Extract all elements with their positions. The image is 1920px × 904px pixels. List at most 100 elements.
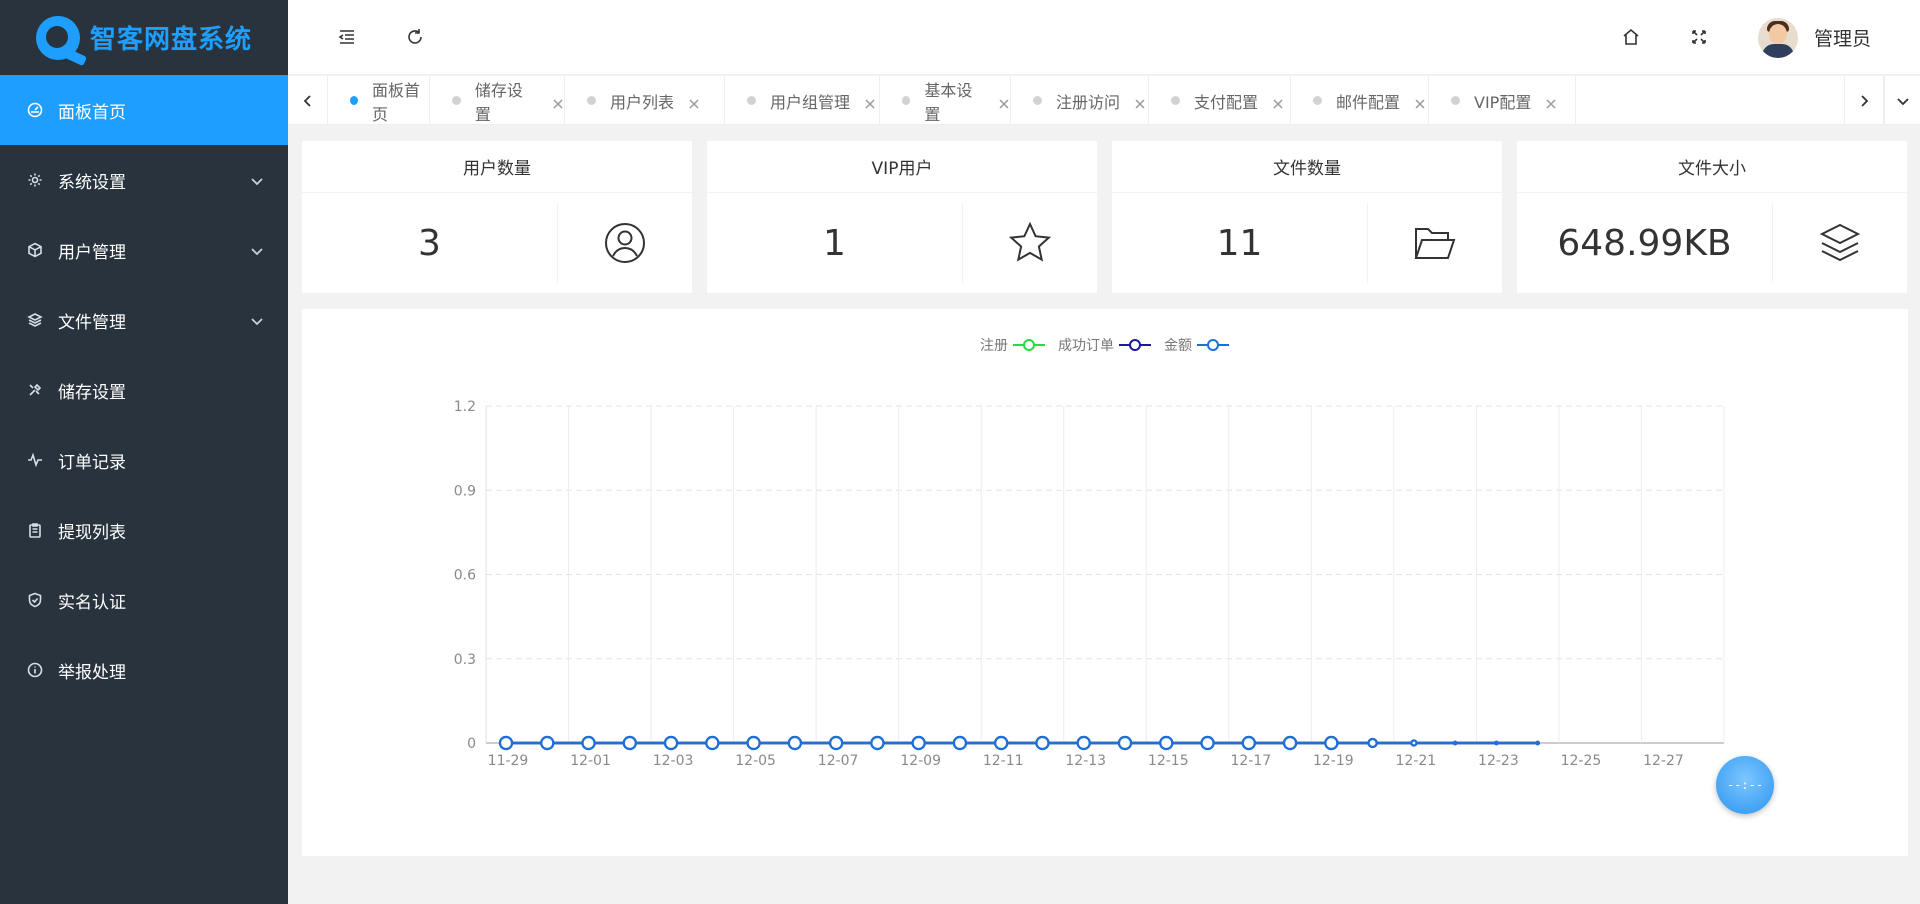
tab-8[interactable]: VIP配置 xyxy=(1429,76,1576,125)
home-icon xyxy=(1623,28,1639,45)
tab-label: 面板首页 xyxy=(372,80,421,124)
tab-label: 基本设置 xyxy=(924,80,973,124)
tab-5[interactable]: 注册访问 xyxy=(1011,76,1149,125)
chevron-right-icon xyxy=(1861,94,1869,107)
tab-label: 储存设置 xyxy=(474,80,523,124)
x-tick-label: 12-01 xyxy=(570,753,611,769)
x-tick-label: 12-03 xyxy=(653,753,694,769)
fullscreen-button[interactable] xyxy=(1684,22,1714,52)
sidebar-item-4[interactable]: 储存设置 xyxy=(0,355,288,425)
fullscreen-icon xyxy=(1692,30,1706,44)
sidebar-item-3[interactable]: 文件管理 xyxy=(0,285,288,355)
tab-3[interactable]: 用户组管理 xyxy=(725,76,880,125)
close-icon[interactable] xyxy=(1414,95,1426,109)
close-icon[interactable] xyxy=(688,95,700,109)
tab-label: 邮件配置 xyxy=(1336,92,1401,112)
y-tick-label: 0.9 xyxy=(454,483,476,499)
sidebar-item-6[interactable]: 提现列表 xyxy=(0,495,288,565)
data-point xyxy=(870,735,885,751)
chevron-down-icon xyxy=(1896,97,1909,105)
folder-open-icon xyxy=(1368,193,1502,293)
tab-1[interactable]: 储存设置 xyxy=(430,76,565,125)
stat-card: 文件大小 648.99KB xyxy=(1517,141,1907,293)
stat-card-title: 文件数量 xyxy=(1112,141,1502,193)
tab-6[interactable]: 支付配置 xyxy=(1149,76,1291,125)
logo-text: 智客网盘系统 xyxy=(90,25,253,55)
data-point xyxy=(994,735,1009,751)
close-icon[interactable] xyxy=(998,95,1010,109)
refresh-button[interactable] xyxy=(400,22,430,52)
data-point xyxy=(1035,735,1050,751)
close-icon[interactable] xyxy=(552,95,564,109)
tab-2[interactable]: 用户列表 xyxy=(565,76,725,125)
clipboard-icon xyxy=(26,521,44,539)
floating-clock-button[interactable]: --:-- xyxy=(1716,756,1774,814)
tab-4[interactable]: 基本设置 xyxy=(880,76,1011,125)
tabs-scroll-right-button[interactable] xyxy=(1844,76,1884,125)
tab-0[interactable]: 面板首页 xyxy=(328,76,430,125)
data-point xyxy=(1282,735,1298,751)
info-icon xyxy=(26,661,44,679)
data-point xyxy=(1159,735,1174,751)
tab-status-dot xyxy=(1171,96,1180,105)
sidebar-item-5[interactable]: 订单记录 xyxy=(0,425,288,495)
close-icon[interactable] xyxy=(1545,95,1557,109)
sidebar-item-2[interactable]: 用户管理 xyxy=(0,215,288,285)
sidebar-item-label: 面板首页 xyxy=(58,102,126,123)
data-point xyxy=(952,735,968,751)
sidebar-item-label: 订单记录 xyxy=(58,452,126,473)
tab-status-dot xyxy=(452,96,461,105)
tab-label: 用户组管理 xyxy=(770,92,851,112)
layers-icon xyxy=(1773,193,1907,293)
line-chart: 0 0.3 0.6 0.9 1.2 11-29 12-01 12-03 12-05 12-07 12… xyxy=(454,399,1725,769)
pulse-icon xyxy=(26,451,44,469)
chevron-down-icon xyxy=(250,243,264,257)
admin-name[interactable]: 管理员 xyxy=(1814,24,1871,51)
data-point xyxy=(1241,735,1256,751)
avatar[interactable] xyxy=(1758,18,1798,58)
tabs-dropdown-button[interactable] xyxy=(1884,76,1920,125)
sidebar-item-0[interactable]: 面板首页 xyxy=(0,75,288,145)
close-icon[interactable] xyxy=(1134,95,1146,109)
sidebar-item-label: 储存设置 xyxy=(58,382,126,403)
shield-check-icon xyxy=(26,591,44,609)
sidebar-item-label: 文件管理 xyxy=(58,312,126,333)
chevron-left-icon xyxy=(303,94,311,107)
tab-label: 用户列表 xyxy=(610,92,675,112)
data-point xyxy=(581,735,596,751)
data-point xyxy=(1452,740,1458,746)
x-tick-label: 12-15 xyxy=(1148,753,1189,769)
sidebar-item-label: 用户管理 xyxy=(58,242,126,263)
data-point xyxy=(1117,735,1133,751)
data-point xyxy=(1324,735,1339,751)
data-point xyxy=(829,735,844,751)
data-point xyxy=(622,735,637,751)
tabs-scroll-left-button[interactable] xyxy=(288,76,328,125)
stat-card: 用户数量 3 xyxy=(302,141,692,293)
sidebar-item-8[interactable]: 举报处理 xyxy=(0,635,288,705)
sidebar-item-label: 提现列表 xyxy=(58,522,126,543)
star-icon xyxy=(963,193,1097,293)
y-tick-label: 0 xyxy=(467,736,476,752)
stat-card: 文件数量 11 xyxy=(1112,141,1502,293)
x-tick-label: 12-19 xyxy=(1313,753,1354,769)
x-tick-label: 12-07 xyxy=(818,753,859,769)
x-tick-label: 12-25 xyxy=(1561,753,1602,769)
data-point xyxy=(1200,735,1215,751)
menu-collapse-button[interactable] xyxy=(332,22,362,52)
home-button[interactable] xyxy=(1616,22,1646,52)
dashboard-icon xyxy=(26,101,44,119)
tab-7[interactable]: 邮件配置 xyxy=(1291,76,1429,125)
tab-status-dot xyxy=(1451,96,1460,105)
close-icon[interactable] xyxy=(864,95,876,109)
layers-icon xyxy=(26,311,44,329)
close-icon[interactable] xyxy=(1272,95,1284,109)
sidebar-item-7[interactable]: 实名认证 xyxy=(0,565,288,635)
x-tick-label: 12-05 xyxy=(735,753,776,769)
logo[interactable]: 智客网盘系统 xyxy=(0,0,288,75)
tab-label: VIP配置 xyxy=(1474,92,1532,112)
data-point xyxy=(540,735,555,751)
sidebar-menu: 面板首页系统设置用户管理文件管理储存设置订单记录提现列表实名认证 举报处理 xyxy=(0,75,288,705)
x-tick-label: 12-27 xyxy=(1643,753,1684,769)
sidebar-item-1[interactable]: 系统设置 xyxy=(0,145,288,215)
